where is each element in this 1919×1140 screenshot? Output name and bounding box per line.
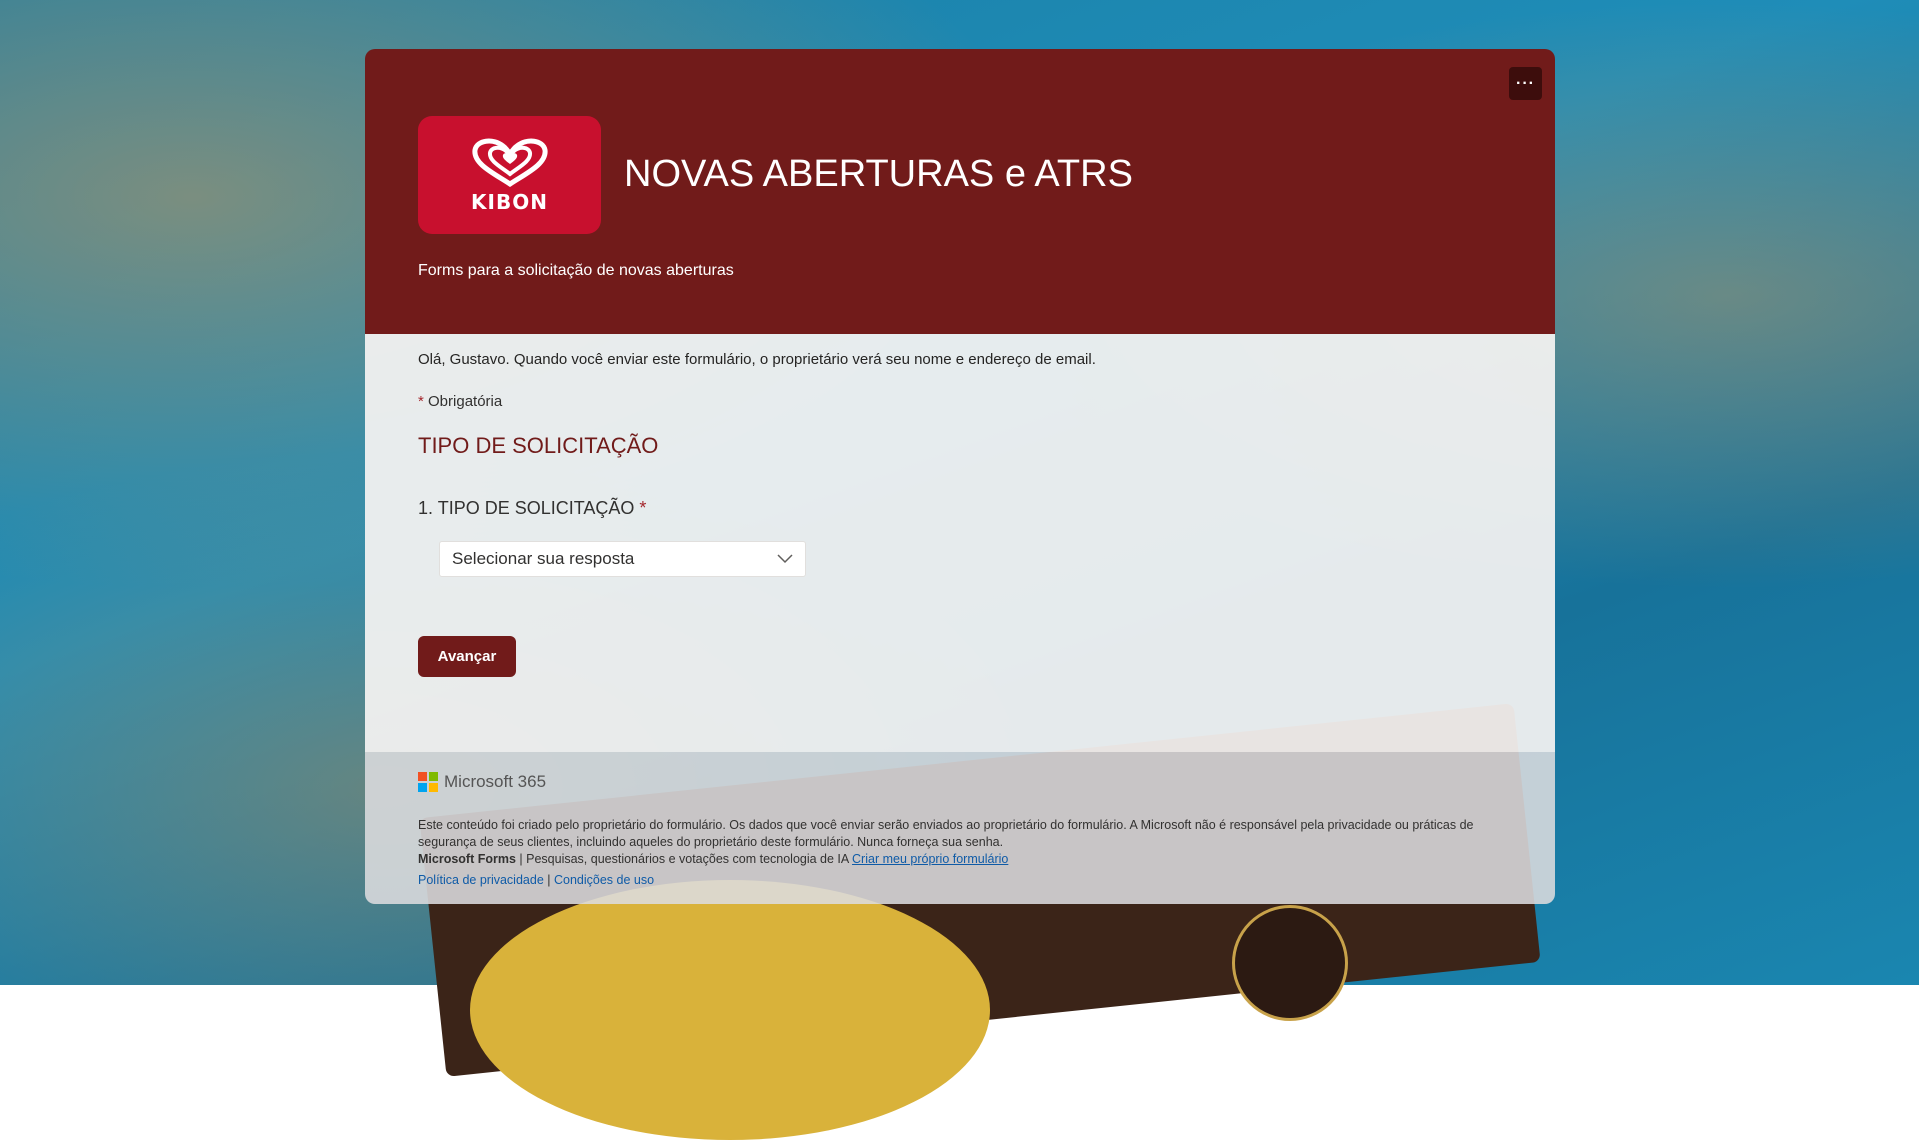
form-card: ··· KIBON NOVAS ABERTURAS e ATRS Forms p… [365,49,1555,904]
background-product-seal [1232,905,1348,1021]
forms-tagline: Microsoft Forms | Pesquisas, questionári… [418,852,1008,866]
next-button[interactable]: Avançar [418,636,516,677]
kibon-logo: KIBON [418,116,601,234]
more-options-button[interactable]: ··· [1509,67,1542,100]
footer-disclaimer: Este conteúdo foi criado pelo proprietár… [418,818,1474,849]
forms-brand: Microsoft Forms [418,852,516,866]
section-title: TIPO DE SOLICITAÇÃO [418,433,659,458]
microsoft-logo-icon [418,772,438,792]
privacy-policy-link[interactable]: Política de privacidade [418,873,544,887]
question-number: 1. [418,498,434,518]
select-placeholder: Selecionar sua resposta [452,549,635,568]
form-subtitle: Forms para a solicitação de novas abertu… [418,262,734,279]
question-required-asterisk: * [639,498,647,518]
required-label: Obrigatória [428,393,503,410]
create-form-link[interactable]: Criar meu próprio formulário [852,852,1008,866]
question-text: TIPO DE SOLICITAÇÃO [437,498,635,518]
form-header: ··· KIBON NOVAS ABERTURAS e ATRS Forms p… [365,49,1555,334]
form-title: NOVAS ABERTURAS e ATRS [624,153,1133,195]
greeting-text: Olá, Gustavo. Quando você enviar este fo… [418,351,1096,368]
more-horizontal-icon: ··· [1516,74,1535,92]
chevron-down-icon [777,554,793,564]
legal-links: Política de privacidade | Condições de u… [418,873,654,887]
microsoft-365-label: Microsoft 365 [444,772,547,791]
form-footer: Microsoft 365 Este conteúdo foi criado p… [365,752,1555,904]
required-asterisk: * [418,393,424,410]
response-select[interactable]: Selecionar sua resposta [439,541,806,577]
kibon-heart-icon [471,138,548,188]
form-body: Olá, Gustavo. Quando você enviar este fo… [365,334,1555,752]
forms-tagline-text: | Pesquisas, questionários e votações co… [515,852,853,866]
links-separator: | [543,873,554,887]
microsoft-365-logo: Microsoft 365 [418,772,546,792]
kibon-logo-text: KIBON [471,190,548,214]
required-note: * Obrigatória [418,393,502,410]
question-label: 1. TIPO DE SOLICITAÇÃO * [418,498,646,519]
terms-of-use-link[interactable]: Condições de uso [554,873,654,887]
background-product-circle [470,880,990,1140]
